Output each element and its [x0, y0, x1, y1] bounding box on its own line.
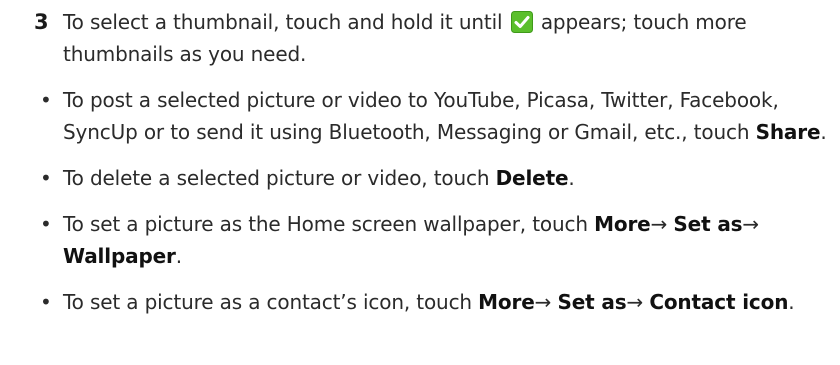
list-item: • To set a picture as a contact’s icon, t… — [40, 286, 830, 318]
list-item: • To post a selected picture or video to … — [40, 84, 830, 148]
checkmark-icon — [510, 10, 533, 33]
step-3: 3 To select a thumbnail, touch and hold … — [34, 6, 824, 70]
bullet-dot: • — [40, 212, 52, 236]
bullet-end: . — [568, 166, 575, 190]
arrow: → — [650, 212, 668, 236]
list-item: • To set a picture as the Home screen wal… — [40, 208, 830, 272]
bullet-end: . — [820, 120, 827, 144]
more-menu-label: More — [478, 290, 535, 314]
arrow: → — [534, 290, 552, 314]
arrow: → — [742, 212, 760, 236]
bullet-list: • To post a selected picture or video to … — [40, 84, 830, 332]
bullet-dot: • — [40, 290, 52, 314]
bullet-text: To set a picture as a contact’s icon, to… — [63, 290, 472, 314]
contact-icon-label: Contact icon — [649, 290, 789, 314]
list-item: • To delete a selected picture or video, … — [40, 162, 830, 194]
delete-action-label: Delete — [495, 166, 569, 190]
bullet-dot: • — [40, 88, 52, 112]
bullet-end: . — [175, 244, 182, 268]
arrow: → — [626, 290, 644, 314]
share-action-label: Share — [755, 120, 821, 144]
set-as-label: Set as — [673, 212, 743, 236]
step-text: To select a thumbnail, touch and hold it… — [63, 6, 824, 70]
bullet-dot: • — [40, 166, 52, 190]
step-number: 3 — [34, 10, 49, 34]
bullet-end: . — [788, 290, 795, 314]
step-text-before-icon: To select a thumbnail, touch and hold it… — [63, 10, 503, 34]
more-menu-label: More — [594, 212, 651, 236]
document-page: 3 To select a thumbnail, touch and hold … — [0, 0, 840, 365]
bullet-text: To post a selected picture or video to Y… — [63, 88, 779, 144]
wallpaper-label: Wallpaper — [63, 244, 176, 268]
bullet-text: To delete a selected picture or video, t… — [63, 166, 490, 190]
bullet-text: To set a picture as the Home screen wall… — [63, 212, 588, 236]
set-as-label: Set as — [557, 290, 627, 314]
